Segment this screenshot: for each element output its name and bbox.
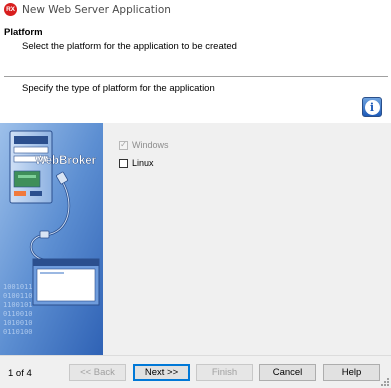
windows-checkbox[interactable]: ✓ (119, 140, 128, 150)
binary-line: 0100110 (3, 292, 33, 300)
page-indicator: 1 of 4 (8, 368, 32, 379)
rad-studio-icon: RX (4, 3, 17, 16)
wizard-content: 1001011 0100110 1100101 0110010 1010010 … (0, 123, 391, 355)
binary-line: 1100101 (3, 301, 33, 309)
platform-option-windows[interactable]: ✓ Windows (119, 140, 169, 150)
resize-grip-icon[interactable] (380, 377, 390, 387)
browser-window-icon (32, 258, 100, 306)
header-divider (4, 76, 388, 78)
binary-line: 1010010 (3, 319, 33, 327)
title-bar: RX New Web Server Application (0, 0, 391, 19)
finish-button[interactable]: Finish (196, 364, 253, 381)
info-icon: i (362, 97, 382, 117)
binary-line: 0110010 (3, 310, 33, 318)
page-subtitle: Select the platform for the application … (22, 41, 237, 52)
next-button[interactable]: Next >> (133, 364, 190, 381)
server-icon (9, 130, 53, 204)
help-button[interactable]: Help (323, 364, 380, 381)
webbroker-illustration: 1001011 0100110 1100101 0110010 1010010 … (0, 123, 103, 355)
wizard-footer: 1 of 4 << Back Next >> Finish Cancel Hel… (0, 355, 391, 388)
windows-label: Windows (132, 140, 169, 150)
check-icon: ✓ (120, 140, 127, 149)
wizard-header: Platform Select the platform for the app… (0, 19, 391, 123)
binary-line: 0110100 (3, 328, 33, 336)
binary-line: 1001011 (3, 283, 33, 291)
page-description: Specify the type of platform for the app… (22, 83, 215, 94)
page-title: Platform (4, 27, 43, 38)
back-button[interactable]: << Back (69, 364, 126, 381)
linux-label: Linux (132, 158, 154, 168)
webbroker-label: WebBroker (35, 155, 97, 167)
window-title: New Web Server Application (22, 3, 171, 16)
platform-option-linux[interactable]: Linux (119, 158, 154, 168)
linux-checkbox[interactable] (119, 158, 128, 168)
cancel-button[interactable]: Cancel (259, 364, 316, 381)
